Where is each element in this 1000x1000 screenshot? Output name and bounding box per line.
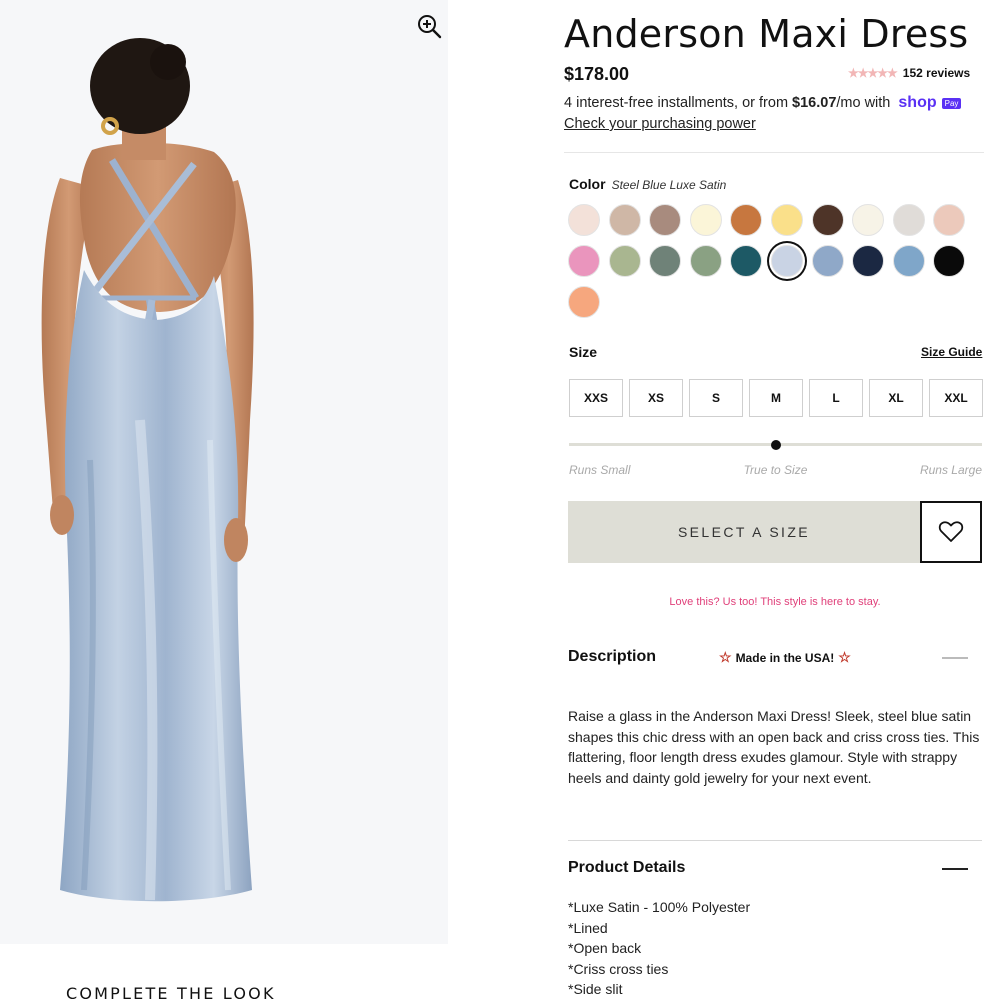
color-swatch[interactable] bbox=[771, 204, 803, 236]
color-swatch[interactable] bbox=[568, 245, 600, 277]
dress-illustration bbox=[41, 38, 254, 902]
size-label: Size bbox=[569, 344, 598, 360]
color-swatch[interactable] bbox=[933, 245, 966, 277]
description-collapse-icon[interactable] bbox=[942, 657, 968, 659]
size-option-xs[interactable]: XS bbox=[629, 379, 683, 417]
installments-suffix: /mo with bbox=[836, 95, 891, 111]
color-swatch[interactable] bbox=[811, 204, 844, 236]
size-option-xxl[interactable]: XXL bbox=[929, 379, 983, 417]
color-swatch[interactable] bbox=[892, 245, 925, 277]
size-option-m[interactable]: M bbox=[749, 379, 803, 417]
divider bbox=[568, 840, 982, 841]
selected-color-name: Steel Blue Luxe Satin bbox=[611, 178, 727, 192]
rating-stars-icon: ★★★★★ bbox=[848, 66, 898, 80]
product-image[interactable] bbox=[0, 0, 448, 944]
shop-pay-badge: Pay bbox=[941, 97, 962, 109]
size-option-l[interactable]: L bbox=[809, 379, 863, 417]
product-details-heading[interactable]: Product Details bbox=[568, 859, 685, 877]
color-label: Color Steel Blue Luxe Satin bbox=[569, 176, 726, 192]
product-detail-item: *Side slit bbox=[568, 981, 623, 997]
product-price: $178.00 bbox=[564, 64, 630, 84]
color-swatch[interactable] bbox=[689, 204, 722, 236]
color-swatch[interactable] bbox=[771, 245, 803, 277]
color-swatch[interactable] bbox=[689, 245, 722, 277]
color-swatch[interactable] bbox=[608, 245, 641, 277]
color-swatch[interactable] bbox=[933, 204, 966, 236]
fit-scale-label: Runs Large bbox=[919, 463, 982, 477]
product-details-list: *Luxe Satin - 100% Polyester *Lined *Open … bbox=[568, 897, 750, 1000]
color-swatch[interactable] bbox=[811, 245, 844, 277]
shop-pay-logo: shop bbox=[898, 94, 937, 111]
made-in-usa-badge: ☆ Made in the USA! ☆ bbox=[719, 649, 851, 666]
color-swatch[interactable] bbox=[730, 204, 763, 236]
review-count[interactable]: 152 reviews bbox=[903, 66, 970, 80]
size-option-s[interactable]: S bbox=[689, 379, 743, 417]
heart-icon bbox=[938, 521, 964, 542]
divider bbox=[564, 152, 984, 153]
size-option-xxs[interactable]: XXS bbox=[569, 379, 623, 417]
product-detail-item: *Open back bbox=[568, 940, 642, 956]
product-rating[interactable]: ★★★★★ 152 reviews bbox=[848, 66, 970, 80]
color-swatch[interactable] bbox=[608, 204, 641, 236]
size-guide-link[interactable]: Size Guide bbox=[921, 345, 982, 359]
installments-amount: $16.07 bbox=[792, 95, 837, 111]
star-icon: ☆ bbox=[838, 649, 851, 665]
wishlist-button[interactable] bbox=[920, 501, 982, 563]
check-purchasing-power-link[interactable]: Check your purchasing power bbox=[564, 116, 756, 132]
description-body: Raise a glass in the Anderson Maxi Dress… bbox=[568, 708, 980, 786]
star-icon: ☆ bbox=[719, 649, 732, 665]
select-size-button[interactable]: SELECT A SIZE bbox=[568, 501, 920, 563]
color-swatch[interactable] bbox=[892, 204, 925, 236]
installments-prefix: 4 interest-free installments, or from bbox=[564, 95, 789, 111]
color-swatch[interactable] bbox=[852, 245, 885, 277]
size-option-xl[interactable]: XL bbox=[869, 379, 923, 417]
description-heading[interactable]: Description bbox=[568, 648, 656, 666]
fit-scale-label: True to Size bbox=[743, 463, 808, 477]
zoom-in-icon[interactable] bbox=[415, 12, 443, 40]
product-title: Anderson Maxi Dress bbox=[564, 12, 969, 56]
color-swatch[interactable] bbox=[730, 245, 763, 277]
color-swatch[interactable] bbox=[568, 286, 600, 318]
product-detail-item: *Lined bbox=[568, 919, 608, 936]
promo-message: Love this? Us too! This style is here to… bbox=[669, 596, 881, 608]
color-swatch[interactable] bbox=[649, 245, 682, 277]
installments-text: 4 interest-free installments, or from $1… bbox=[564, 94, 962, 112]
product-detail-item: *Criss cross ties bbox=[568, 960, 669, 977]
complete-the-look-heading: COMPLETE THE LOOK bbox=[66, 984, 276, 1000]
fit-scale-marker bbox=[770, 440, 781, 450]
product-detail-item: *Luxe Satin - 100% Polyester bbox=[568, 899, 751, 915]
color-swatch[interactable] bbox=[852, 204, 885, 236]
color-swatch[interactable] bbox=[649, 204, 682, 236]
color-label-text: Color bbox=[569, 176, 606, 192]
made-in-usa-text: Made in the USA! bbox=[735, 650, 835, 665]
fit-scale-label: Runs Small bbox=[569, 463, 631, 477]
product-details-collapse-icon[interactable] bbox=[942, 868, 968, 870]
color-swatch[interactable] bbox=[568, 204, 600, 236]
